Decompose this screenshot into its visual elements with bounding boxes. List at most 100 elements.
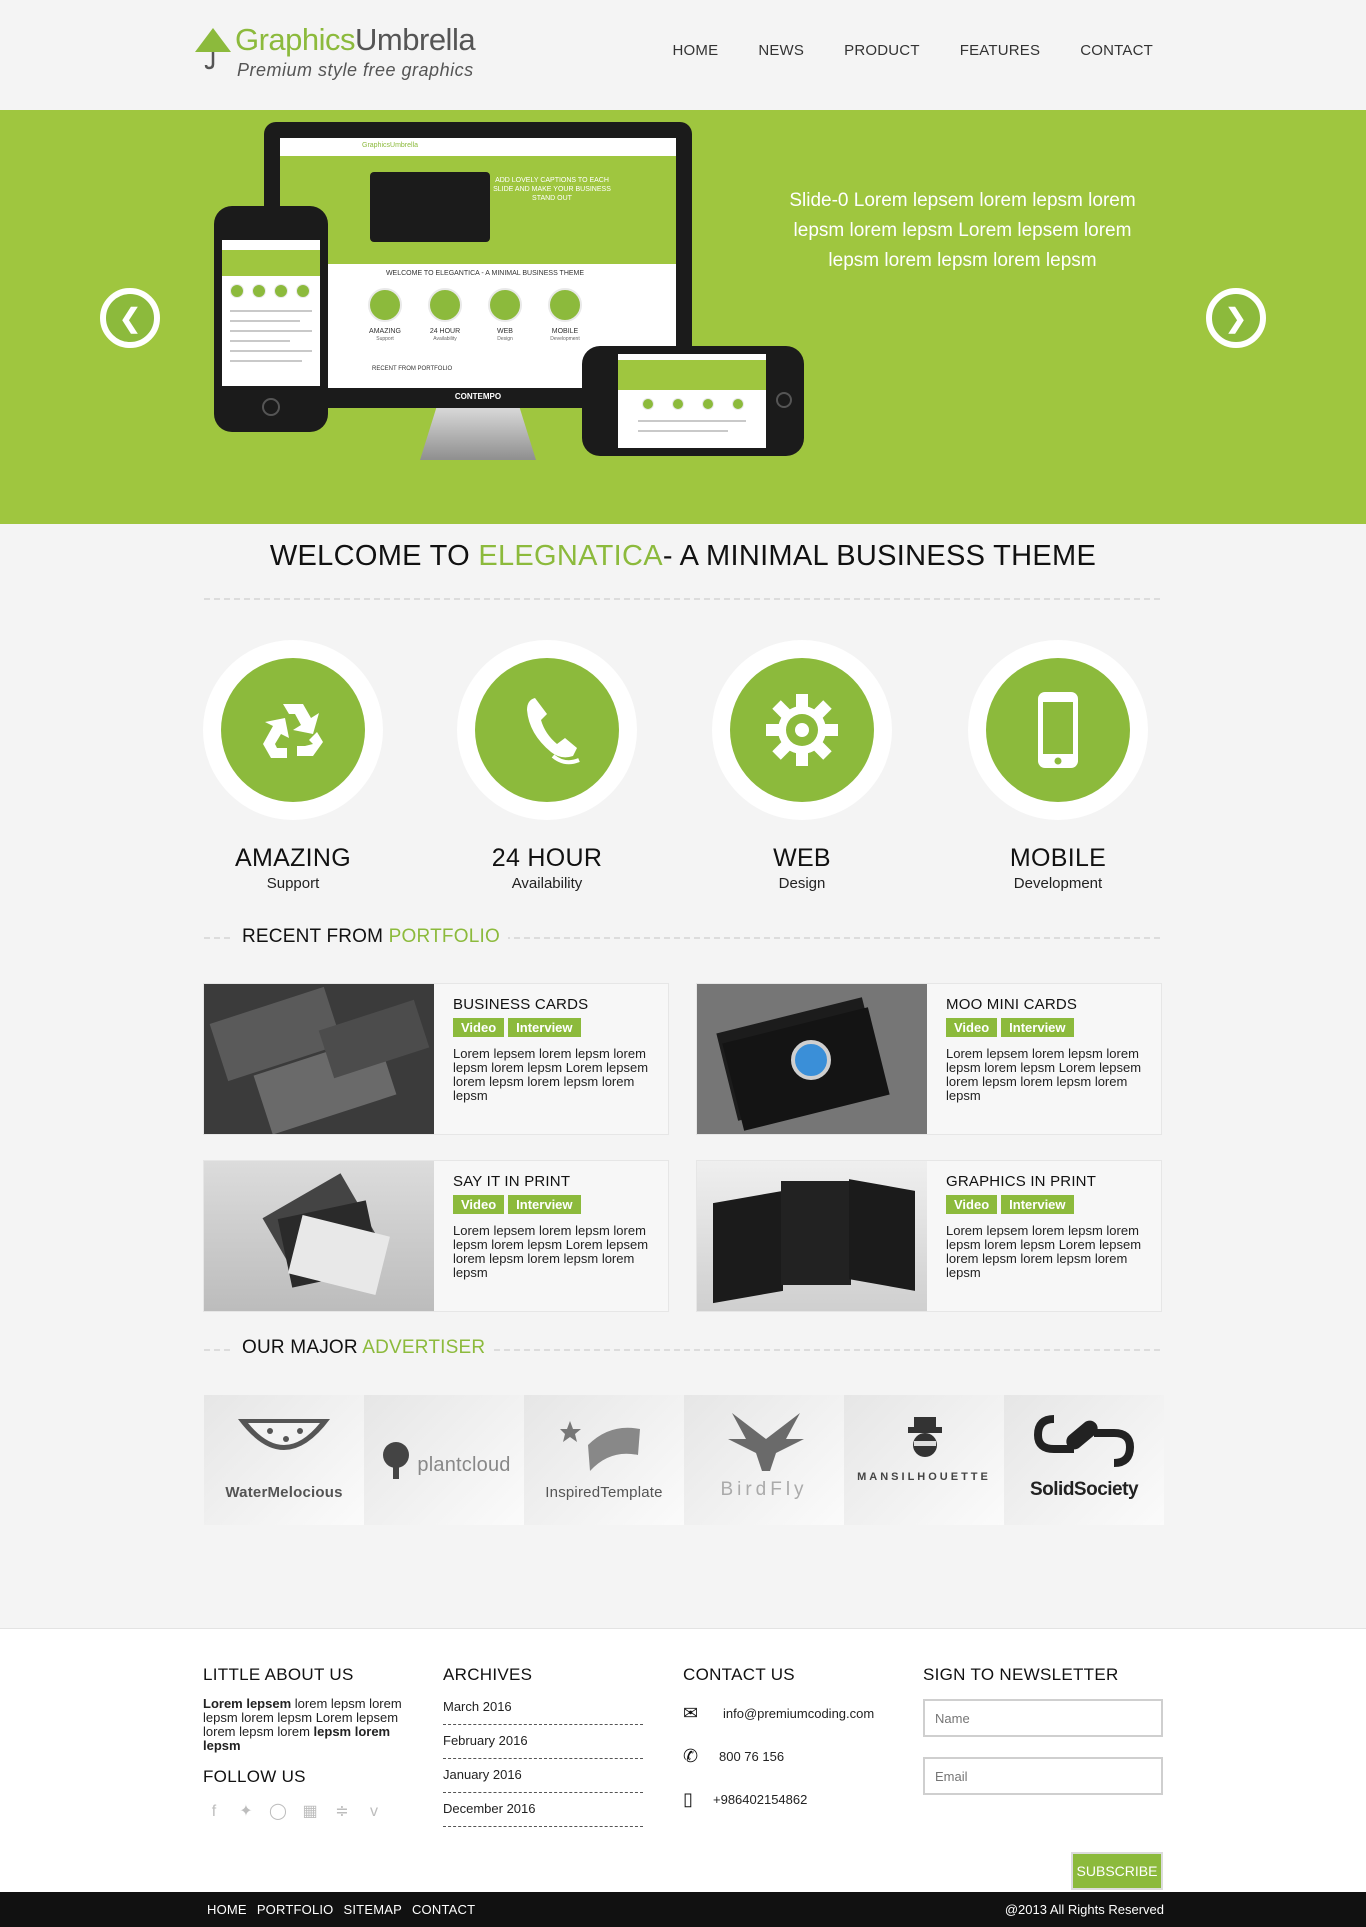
- advertiser-logos: WaterMelocious plantcloud InspiredTempla…: [204, 1395, 1164, 1525]
- vimeo-icon[interactable]: v: [363, 1801, 385, 1823]
- phone-icon: [527, 698, 580, 765]
- feature-amazing: AMAZING Support: [203, 640, 383, 892]
- interview-tag[interactable]: Interview: [508, 1018, 581, 1037]
- footer-nav-contact[interactable]: CONTACT: [412, 1902, 475, 1917]
- newsletter-email-input[interactable]: [923, 1757, 1163, 1795]
- rss-icon[interactable]: ≑: [331, 1801, 353, 1823]
- logo-text: GraphicsUmbrella: [235, 22, 476, 57]
- interview-tag[interactable]: Interview: [508, 1195, 581, 1214]
- portfolio-thumbnail[interactable]: [204, 984, 434, 1134]
- site-logo[interactable]: GraphicsUmbrella Premium style free grap…: [193, 22, 476, 84]
- portfolio-item-desc: Lorem lepsem lorem lepsm lorem lepsm lor…: [946, 1046, 1142, 1103]
- man-silhouette-icon: [908, 1417, 942, 1457]
- portfolio-item[interactable]: BUSINESS CARDS Video Interview Lorem lep…: [203, 983, 669, 1135]
- mobile-icon: [1038, 692, 1078, 768]
- portfolio-item-title[interactable]: MOO MINI CARDS: [946, 996, 1077, 1013]
- facebook-icon[interactable]: f: [203, 1801, 225, 1823]
- footer-nav-portfolio[interactable]: PORTFOLIO: [257, 1902, 334, 1917]
- footer-about-title: LITTLE ABOUT US: [203, 1665, 354, 1684]
- footer-newsletter: SIGN TO NEWSLETTER SUBSCRIBE: [923, 1665, 1163, 1895]
- portfolio-item[interactable]: SAY IT IN PRINT Video Interview Lorem le…: [203, 1160, 669, 1312]
- archive-link[interactable]: January 2016: [443, 1762, 643, 1793]
- portfolio-thumbnail[interactable]: [697, 984, 927, 1134]
- video-tag[interactable]: Video: [946, 1018, 998, 1037]
- contact-email: ✉ info@premiumcoding.com: [683, 1703, 875, 1723]
- contact-phone: ✆ 800 76 156: [683, 1746, 785, 1766]
- logo-tagline: Premium style free graphics: [237, 60, 474, 80]
- portfolio-item-title[interactable]: BUSINESS CARDS: [453, 996, 588, 1013]
- feature-24-hour: 24 HOUR Availability: [457, 640, 637, 892]
- portfolio-item-desc: Lorem lepsem lorem lepsm lorem lepsm lor…: [946, 1223, 1142, 1280]
- portfolio-item-title[interactable]: SAY IT IN PRINT: [453, 1173, 570, 1190]
- magnifier-icon[interactable]: [791, 1040, 831, 1080]
- interview-tag[interactable]: Interview: [1001, 1195, 1074, 1214]
- archive-link[interactable]: December 2016: [443, 1796, 643, 1827]
- portfolio-item[interactable]: GRAPHICS IN PRINT Video Interview Lorem …: [696, 1160, 1162, 1312]
- footer-about: LITTLE ABOUT US Lorem lepsem lorem lepsm…: [203, 1665, 408, 1823]
- envelope-icon: ✉: [683, 1703, 699, 1723]
- advertiser-logo[interactable]: plantcloud: [364, 1395, 524, 1525]
- nav-news[interactable]: NEWS: [758, 42, 804, 59]
- nav-product[interactable]: PRODUCT: [844, 42, 920, 59]
- follow-us-title: FOLLOW US: [203, 1767, 306, 1786]
- advertiser-logo[interactable]: InspiredTemplate: [524, 1395, 684, 1525]
- nav-features[interactable]: FEATURES: [960, 42, 1041, 59]
- slide-caption: Slide-0 Lorem lepsem lorem lepsm lorem l…: [789, 190, 1136, 271]
- watermelon-icon: [238, 1419, 330, 1450]
- copyright: @2013 All Rights Reserved: [1004, 1902, 1164, 1917]
- welcome-highlight: ELEGNATICA: [478, 540, 663, 572]
- feature-subtitle: Design: [778, 875, 826, 892]
- feature-title: MOBILE: [1009, 844, 1107, 872]
- nav-home[interactable]: HOME: [673, 42, 719, 59]
- feature-title: WEB: [773, 844, 831, 872]
- subscribe-button[interactable]: SUBSCRIBE: [1071, 1852, 1163, 1890]
- mockup-welcome: WELCOME TO ELEGANTICA - A MINIMAL BUSINE…: [385, 270, 585, 277]
- phone-landscape-mockup: [582, 346, 804, 456]
- recycle-icon: [263, 704, 323, 758]
- gear-icon: [766, 694, 838, 766]
- portfolio-item[interactable]: MOO MINI CARDS Video Interview Lorem lep…: [696, 983, 1162, 1135]
- feature-web: WEB Design: [712, 640, 892, 892]
- video-tag[interactable]: Video: [453, 1195, 505, 1214]
- umbrella-icon: [195, 28, 231, 70]
- mockup-caption: ADD LOVELY CAPTIONS TO EACH SLIDE AND MA…: [493, 177, 611, 202]
- feature-subtitle: Development: [1013, 875, 1103, 892]
- chevron-left-icon: ❮: [119, 303, 141, 333]
- footer-about-text: Lorem lepsem lorem lepsm lorem lepsm lor…: [203, 1696, 402, 1753]
- video-tag[interactable]: Video: [453, 1018, 505, 1037]
- advertiser-logo[interactable]: MANSILHOUETTE: [844, 1395, 1004, 1525]
- advertiser-title: OUR MAJOR ADVERTISER: [234, 1337, 494, 1359]
- nav-contact[interactable]: CONTACT: [1080, 42, 1153, 59]
- footer-nav-home[interactable]: HOME: [207, 1902, 247, 1917]
- advertiser-name: InspiredTemplate: [545, 1484, 663, 1501]
- portfolio-thumbnail[interactable]: [204, 1161, 434, 1311]
- dribbble-icon[interactable]: ◯: [267, 1801, 289, 1823]
- video-tag[interactable]: Video: [946, 1195, 998, 1214]
- slider-next-button[interactable]: ❯: [1206, 288, 1266, 348]
- portfolio-item-desc: Lorem lepsem lorem lepsm lorem lepsm lor…: [453, 1223, 649, 1280]
- advertiser-logo[interactable]: SolidSociety: [1004, 1395, 1164, 1525]
- twitter-icon[interactable]: ✦: [235, 1801, 257, 1823]
- feature-subtitle: Availability: [511, 875, 583, 892]
- slider-prev-button[interactable]: ❮: [100, 288, 160, 348]
- portfolio-item-title[interactable]: GRAPHICS IN PRINT: [946, 1173, 1096, 1190]
- footer-nav-sitemap[interactable]: SITEMAP: [344, 1902, 402, 1917]
- newsletter-title: SIGN TO NEWSLETTER: [923, 1665, 1119, 1684]
- windows-icon[interactable]: ▦: [299, 1801, 321, 1823]
- feature-title: 24 HOUR: [491, 844, 603, 872]
- newsletter-name-input[interactable]: [923, 1699, 1163, 1737]
- portfolio-thumbnail[interactable]: [697, 1161, 927, 1311]
- contact-mobile: ▯ +986402154862: [683, 1789, 808, 1809]
- advertiser-logo[interactable]: BirdFly: [684, 1395, 844, 1525]
- archives-title: ARCHIVES: [443, 1665, 533, 1684]
- chevron-right-icon: ❯: [1225, 303, 1247, 333]
- divider: [204, 598, 1160, 600]
- main-nav: HOME NEWS PRODUCT FEATURES CONTACT: [673, 42, 1154, 59]
- interview-tag[interactable]: Interview: [1001, 1018, 1074, 1037]
- archive-link[interactable]: March 2016: [443, 1694, 643, 1725]
- advertiser-logo[interactable]: WaterMelocious: [204, 1395, 364, 1525]
- archive-link[interactable]: February 2016: [443, 1728, 643, 1759]
- advertiser-name: BirdFly: [720, 1479, 808, 1500]
- advertiser-name: plantcloud: [417, 1454, 511, 1476]
- portfolio-title: RECENT FROM PORTFOLIO: [234, 926, 508, 948]
